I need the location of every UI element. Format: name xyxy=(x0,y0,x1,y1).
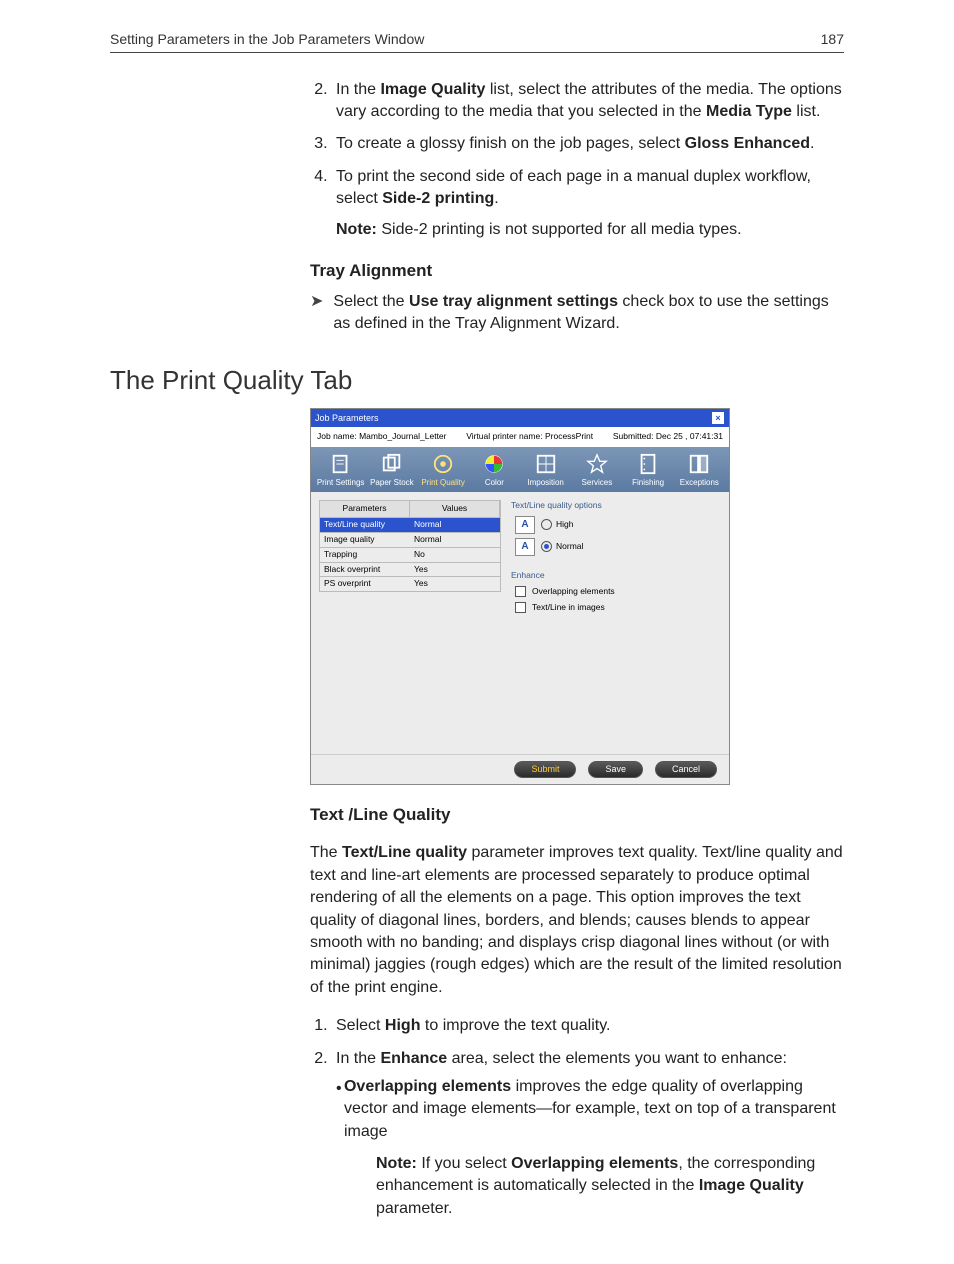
grid-header: ParametersValues xyxy=(319,500,501,518)
subhead-text-line-quality: Text /Line Quality xyxy=(310,803,844,827)
grid-row[interactable]: Image qualityNormal xyxy=(319,533,501,548)
q-step-2: In the Enhance area, select the elements… xyxy=(332,1048,844,1221)
grid-row[interactable]: TrappingNo xyxy=(319,548,501,563)
tab-icon xyxy=(431,453,455,475)
tab-icon xyxy=(534,453,558,475)
group-quality-options: Text/Line quality options xyxy=(511,500,721,512)
tab-icon xyxy=(329,453,353,475)
dialog-title: Job Parameters xyxy=(315,412,379,425)
letter-a-icon: A xyxy=(515,538,535,556)
tab-imposition[interactable]: Imposition xyxy=(520,453,571,492)
step-2: In the Image Quality list, select the at… xyxy=(332,79,844,124)
letter-a-icon: A xyxy=(515,516,535,534)
checkbox-icon[interactable] xyxy=(515,602,526,613)
close-icon[interactable]: × xyxy=(711,411,725,425)
tab-print-quality[interactable]: Print Quality xyxy=(418,453,469,492)
tab-exceptions[interactable]: Exceptions xyxy=(674,453,725,492)
quality-steps: Select High to improve the text quality.… xyxy=(310,1015,844,1220)
tab-strip: Print SettingsPaper StockPrint QualityCo… xyxy=(311,447,729,492)
radio-icon[interactable] xyxy=(541,541,552,552)
checkbox-icon[interactable] xyxy=(515,586,526,597)
submit-button[interactable]: Submit xyxy=(514,761,576,778)
tab-services[interactable]: Services xyxy=(571,453,622,492)
tab-paper-stock[interactable]: Paper Stock xyxy=(366,453,417,492)
save-button[interactable]: Save xyxy=(588,761,643,778)
check-textline-images[interactable]: Text/Line in images xyxy=(515,602,721,614)
grid-row[interactable]: Text/Line qualityNormal xyxy=(319,518,501,533)
overlapping-note: Note: If you select Overlapping elements… xyxy=(376,1153,844,1220)
page-number: 187 xyxy=(821,30,844,50)
tab-icon xyxy=(636,453,660,475)
option-normal[interactable]: A Normal xyxy=(515,538,721,556)
bullet-overlapping: • Overlapping elements improves the edge… xyxy=(336,1076,844,1143)
section-title: The Print Quality Tab xyxy=(110,362,844,398)
dialog-screenshot: Job Parameters × Job name: Mambo_Journal… xyxy=(310,408,730,785)
check-overlapping[interactable]: Overlapping elements xyxy=(515,586,721,598)
grid-row[interactable]: PS overprintYes xyxy=(319,577,501,592)
bullet-icon: • xyxy=(336,1076,344,1143)
q-step-1: Select High to improve the text quality. xyxy=(332,1015,844,1037)
tray-alignment-item: ➤ Select the Use tray alignment settings… xyxy=(310,291,844,336)
tab-finishing[interactable]: Finishing xyxy=(623,453,674,492)
text-line-quality-para: The Text/Line quality parameter improves… xyxy=(310,842,844,999)
tab-icon xyxy=(380,453,404,475)
tab-icon xyxy=(585,453,609,475)
cancel-button[interactable]: Cancel xyxy=(655,761,717,778)
group-enhance: Enhance xyxy=(511,570,721,582)
tab-print-settings[interactable]: Print Settings xyxy=(315,453,366,492)
arrow-icon: ➤ xyxy=(310,291,323,336)
grid-row[interactable]: Black overprintYes xyxy=(319,563,501,578)
tab-color[interactable]: Color xyxy=(469,453,520,492)
subhead-tray-alignment: Tray Alignment xyxy=(310,259,844,283)
tab-icon xyxy=(482,453,506,475)
option-high[interactable]: A High xyxy=(515,516,721,534)
radio-icon[interactable] xyxy=(541,519,552,530)
header-title: Setting Parameters in the Job Parameters… xyxy=(110,30,424,50)
step-3: To create a glossy finish on the job pag… xyxy=(332,133,844,155)
tab-icon xyxy=(687,453,711,475)
running-header: Setting Parameters in the Job Parameters… xyxy=(110,30,844,53)
step-4-note: Note: Side-2 printing is not supported f… xyxy=(336,219,844,241)
steps-list: In the Image Quality list, select the at… xyxy=(310,79,844,241)
step-4: To print the second side of each page in… xyxy=(332,166,844,241)
